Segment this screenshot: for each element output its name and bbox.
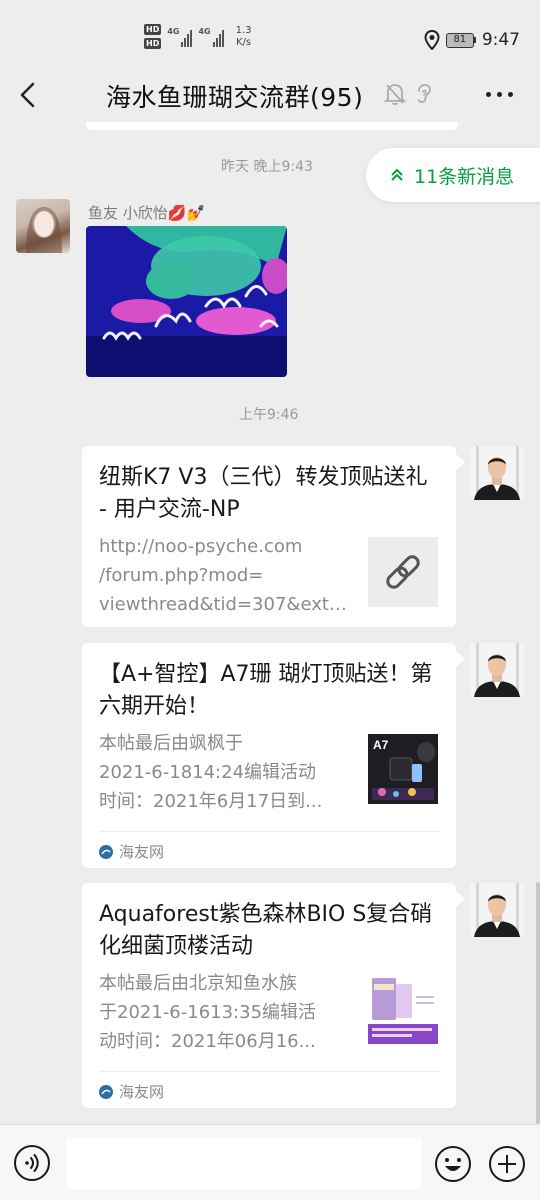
bubble-tail: [456, 891, 465, 907]
bubble-tail: [456, 454, 465, 470]
plus-icon: [489, 1146, 525, 1182]
signal-icon: 4G: [167, 27, 193, 47]
my-avatar[interactable]: [470, 883, 524, 937]
avatar-image: [470, 446, 524, 500]
new-messages-label: 11条新消息: [414, 165, 515, 188]
link-card[interactable]: 【A+智控】A7珊 瑚灯顶贴送！第六期开始！ 本帖最后由飒枫于 2021-6-1…: [82, 643, 456, 868]
location-icon: [424, 30, 440, 50]
back-arrow-icon: [20, 82, 35, 108]
link-card[interactable]: Aquaforest紫色森林BIO S复合硝化细菌顶楼活动 本帖最后由北京知鱼水…: [82, 883, 456, 1108]
bubble-tail: [456, 651, 465, 667]
card-title: 【A+智控】A7珊 瑚灯顶贴送！第六期开始！: [99, 662, 433, 719]
card-title: 纽斯K7 V3（三代）转发顶贴送礼 - 用户交流-NP: [99, 465, 428, 522]
card-source: 海友网: [99, 831, 439, 867]
timestamp: 昨天 晚上9:43: [221, 159, 313, 175]
avatar-image: [470, 643, 524, 697]
previous-message-bubble: [86, 122, 458, 130]
image-message[interactable]: [86, 226, 287, 377]
link-thumbnail: [368, 537, 438, 607]
earpiece-icon: [418, 84, 431, 103]
source-logo-icon: [99, 844, 113, 859]
my-avatar[interactable]: [470, 446, 524, 500]
message-input[interactable]: [66, 1137, 422, 1189]
input-bar: [0, 1124, 540, 1200]
signal-icon: 4G: [198, 27, 224, 47]
status-bar: HD HD 4G 4G 1.3 K/s 81 9:47: [0, 0, 540, 70]
hd-badge: HD: [144, 38, 162, 49]
card-description: http://noo-psyche.com /forum.php?mod= vi…: [99, 536, 351, 615]
back-button[interactable]: [14, 80, 44, 110]
dot-icon: [497, 92, 502, 97]
my-avatar[interactable]: [470, 643, 524, 697]
sender-avatar[interactable]: [16, 199, 70, 253]
new-messages-button[interactable]: 11条新消息: [366, 148, 540, 202]
card-source: 海友网: [99, 1071, 439, 1107]
chat-title: 海水鱼珊瑚交流群(95): [106, 83, 364, 112]
avatar-image: [26, 207, 62, 253]
chat-area[interactable]: 昨天 晚上9:43 11条新消息 鱼友 小欣怡💋💅 上午9:46 纽斯K7 V3…: [0, 122, 540, 1124]
network-indicators: HD HD 4G 4G 1.3 K/s: [144, 24, 252, 49]
source-name: 海友网: [119, 843, 165, 861]
dot-icon: [486, 92, 491, 97]
clock: 9:47: [481, 30, 520, 50]
scrollbar[interactable]: [536, 882, 540, 1124]
source-name: 海友网: [119, 1083, 165, 1101]
thumbnail-label: A7: [373, 738, 389, 752]
mute-bell-icon: [384, 84, 406, 106]
card-title: Aquaforest紫色森林BIO S复合硝化细菌顶楼活动: [99, 902, 433, 959]
source-logo-icon: [99, 1084, 113, 1099]
network-speed: 1.3 K/s: [235, 24, 252, 48]
voice-input-button[interactable]: [14, 1145, 50, 1181]
emoji-button[interactable]: [434, 1145, 472, 1183]
battery-icon: 81: [445, 32, 476, 48]
hd-badge: HD: [144, 24, 162, 35]
link-card[interactable]: 纽斯K7 V3（三代）转发顶贴送礼 - 用户交流-NP http://noo-p…: [82, 446, 456, 627]
sender-name: 鱼友 小欣怡💋💅: [88, 204, 206, 222]
card-thumbnail: [368, 974, 438, 1044]
timestamp: 上午9:46: [239, 407, 299, 423]
card-description: 本帖最后由北京知鱼水族 于2021-6-1613:35编辑活 动时间：2021年…: [99, 973, 317, 1052]
voice-icon: [25, 1154, 39, 1172]
link-icon: [386, 555, 420, 589]
double-chevron-up-icon: [391, 169, 403, 181]
more-options-button[interactable]: [486, 82, 513, 97]
emoji-icon: [435, 1146, 471, 1182]
nav-bar: 海水鱼珊瑚交流群(95): [0, 70, 540, 122]
card-description: 本帖最后由飒枫于 2021-6-1814:24编辑活动 时间：2021年6月17…: [99, 733, 323, 812]
dot-icon: [508, 92, 513, 97]
card-thumbnail: A7: [368, 734, 438, 804]
more-functions-button[interactable]: [488, 1145, 526, 1183]
avatar-image: [470, 883, 524, 937]
